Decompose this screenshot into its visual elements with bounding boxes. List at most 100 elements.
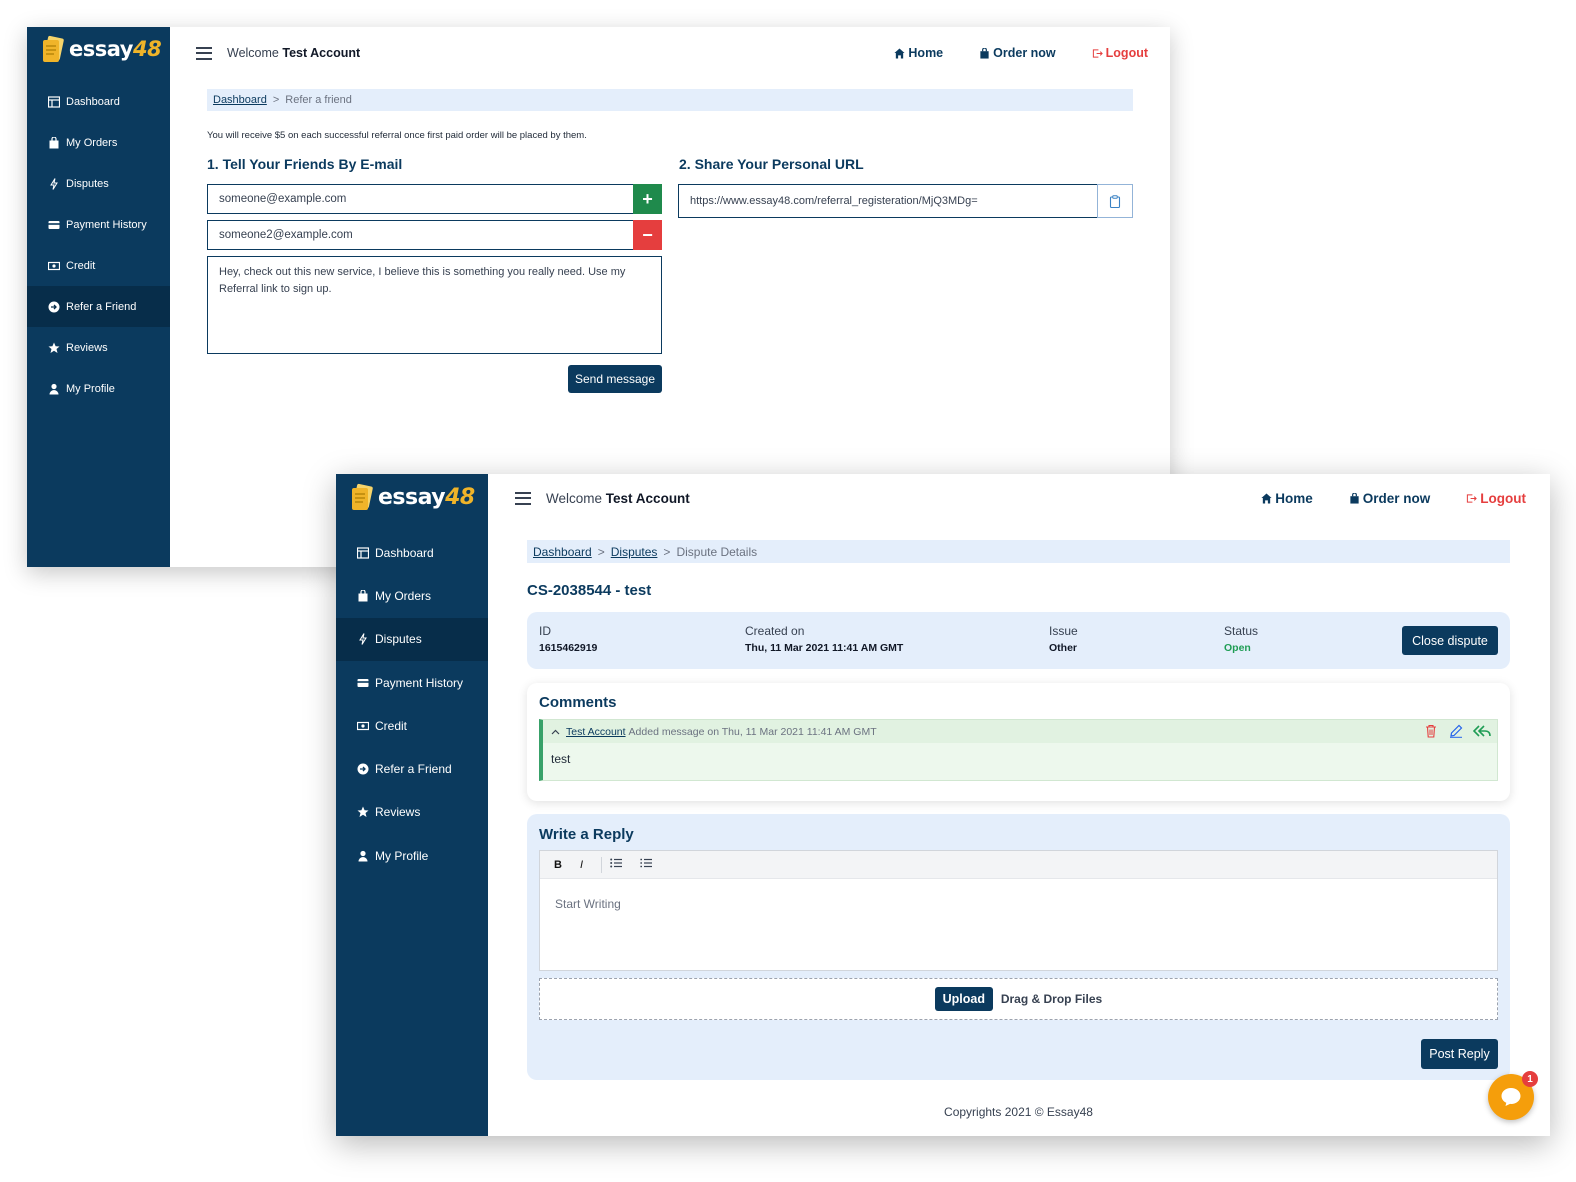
chevron-up-icon[interactable] bbox=[551, 729, 560, 735]
menu-toggle-icon[interactable] bbox=[515, 491, 531, 505]
logo[interactable]: essay 48 bbox=[349, 483, 475, 511]
upload-button[interactable]: Upload bbox=[934, 987, 993, 1011]
sidebar-item-credit[interactable]: Credit bbox=[336, 704, 488, 747]
comments-heading: Comments bbox=[539, 694, 617, 711]
sidebar-item-my-profile[interactable]: My Profile bbox=[336, 834, 488, 877]
cash-icon bbox=[356, 719, 369, 732]
footer-copyright: Copyrights 2021 © Essay48 bbox=[944, 1105, 1093, 1119]
order-now-link[interactable]: Order now bbox=[1349, 491, 1430, 506]
comment-meta: Added message on Thu, 11 Mar 2021 11:41 … bbox=[628, 725, 877, 738]
reply-all-icon[interactable] bbox=[1473, 725, 1491, 737]
reply-heading: Write a Reply bbox=[539, 826, 634, 843]
comment-actions bbox=[1425, 724, 1491, 738]
order-now-link[interactable]: Order now bbox=[979, 46, 1056, 60]
editor-body[interactable]: Start Writing bbox=[555, 897, 621, 911]
comment-author-link[interactable]: Test Account bbox=[566, 726, 626, 738]
sidebar-item-label: Disputes bbox=[66, 177, 109, 190]
dispute-title: CS-2038544 - test bbox=[527, 582, 652, 599]
sidebar-item-payment-history[interactable]: Payment History bbox=[27, 204, 170, 245]
breadcrumb-disputes-link[interactable]: Disputes bbox=[611, 545, 658, 559]
bold-button[interactable]: B bbox=[554, 859, 562, 871]
sidebar-item-refer-a-friend[interactable]: Refer a Friend bbox=[336, 747, 488, 790]
cash-icon bbox=[47, 259, 60, 272]
home-link[interactable]: Home bbox=[894, 46, 943, 60]
chat-launcher[interactable]: 1 bbox=[1488, 1071, 1538, 1120]
sidebar-item-disputes[interactable]: Disputes bbox=[27, 163, 170, 204]
logout-link[interactable]: Logout bbox=[1092, 46, 1148, 60]
sidebar-item-label: My Profile bbox=[375, 848, 429, 863]
sidebar-item-disputes[interactable]: Disputes bbox=[336, 617, 488, 661]
email-field-1[interactable]: someone@example.com bbox=[207, 184, 634, 214]
sidebar-item-label: Payment History bbox=[66, 218, 147, 231]
sidebar-item-label: My Orders bbox=[375, 588, 432, 603]
trash-icon[interactable] bbox=[1425, 724, 1437, 738]
send-message-button[interactable]: Send message bbox=[568, 365, 662, 393]
sidebar-item-my-profile[interactable]: My Profile bbox=[27, 368, 170, 409]
menu-toggle-icon[interactable] bbox=[196, 46, 212, 60]
breadcrumb-separator: > bbox=[663, 544, 671, 559]
copy-url-button[interactable] bbox=[1097, 184, 1133, 218]
dispute-created: Created on Thu, 11 Mar 2021 11:41 AM GMT bbox=[745, 624, 904, 654]
breadcrumb-separator: > bbox=[597, 544, 605, 559]
post-reply-button[interactable]: Post Reply bbox=[1421, 1039, 1498, 1069]
message-textarea[interactable]: Hey, check out this new service, I belie… bbox=[207, 256, 662, 354]
sidebar-item-credit[interactable]: Credit bbox=[27, 245, 170, 286]
user-icon bbox=[356, 849, 369, 862]
file-dropzone[interactable]: Upload Drag & Drop Files bbox=[539, 978, 1498, 1020]
topbar: Welcome Test Account Home Order now Logo… bbox=[196, 30, 1170, 76]
sidebar-item-label: Refer a Friend bbox=[375, 762, 452, 777]
email-field-2[interactable]: someone2@example.com bbox=[207, 220, 634, 250]
dashboard-icon bbox=[47, 95, 60, 108]
logo-number: 48 bbox=[132, 37, 162, 61]
logo-text: essay bbox=[69, 37, 133, 61]
bolt-icon bbox=[47, 177, 60, 190]
referral-url-field[interactable]: https://www.essay48.com/referral_registe… bbox=[678, 184, 1098, 218]
sidebar-item-my-orders[interactable]: My Orders bbox=[27, 122, 170, 163]
editor-toolbar: B I bbox=[540, 851, 1497, 879]
breadcrumb-current: Dispute Details bbox=[676, 544, 758, 559]
sidebar: essay 48 Dashboard My Orders Disputes Pay… bbox=[27, 27, 170, 567]
remove-email-button[interactable]: − bbox=[633, 220, 662, 250]
sidebar-item-label: Reviews bbox=[66, 341, 108, 354]
bag-icon bbox=[1350, 492, 1359, 504]
minus-icon: − bbox=[642, 224, 653, 245]
reply-card: Write a Reply B I Start Writing Upload D… bbox=[527, 814, 1510, 1080]
referral-notice: You will receive $5 on each successful r… bbox=[207, 130, 587, 141]
welcome-text: Welcome Test Account bbox=[546, 490, 690, 506]
breadcrumb: Dashboard > Refer a friend bbox=[207, 89, 1133, 111]
sidebar-item-label: Dashboard bbox=[375, 545, 434, 560]
sidebar-item-refer-a-friend[interactable]: Refer a Friend bbox=[27, 286, 170, 327]
close-dispute-button[interactable]: Close dispute bbox=[1402, 626, 1498, 655]
italic-button[interactable]: I bbox=[580, 859, 583, 871]
add-email-button[interactable]: + bbox=[633, 184, 662, 214]
sidebar-item-label: Credit bbox=[66, 259, 96, 272]
logo-mark-icon bbox=[349, 483, 375, 511]
toolbar-divider bbox=[601, 856, 603, 873]
home-icon bbox=[1261, 492, 1272, 504]
home-link[interactable]: Home bbox=[1261, 491, 1313, 506]
sidebar-item-payment-history[interactable]: Payment History bbox=[336, 661, 488, 704]
clipboard-icon bbox=[1109, 194, 1121, 208]
star-icon bbox=[356, 806, 369, 819]
logout-link[interactable]: Logout bbox=[1466, 491, 1526, 506]
sidebar-item-reviews[interactable]: Reviews bbox=[27, 327, 170, 368]
numbered-list-button[interactable] bbox=[640, 858, 653, 871]
sidebar-item-label: Reviews bbox=[375, 805, 421, 820]
sidebar-item-label: Payment History bbox=[375, 675, 464, 690]
sidebar-item-reviews[interactable]: Reviews bbox=[336, 791, 488, 834]
breadcrumb-dashboard-link[interactable]: Dashboard bbox=[533, 545, 592, 559]
edit-pencil-icon[interactable] bbox=[1449, 724, 1463, 738]
bullet-list-button[interactable] bbox=[610, 858, 623, 871]
logo[interactable]: essay 48 bbox=[40, 35, 162, 63]
sidebar: essay 48 Dashboard My Orders Disputes Pay… bbox=[336, 474, 488, 1136]
breadcrumb-dashboard-link[interactable]: Dashboard bbox=[213, 94, 267, 106]
sidebar-item-dashboard[interactable]: Dashboard bbox=[336, 531, 488, 574]
sidebar-item-dashboard[interactable]: Dashboard bbox=[27, 81, 170, 122]
bag-icon bbox=[47, 136, 60, 149]
logo-number: 48 bbox=[445, 484, 475, 510]
comment-item: Test Account Added message on Thu, 11 Ma… bbox=[539, 719, 1498, 781]
sidebar-item-label: Refer a Friend bbox=[66, 300, 137, 313]
breadcrumb-current: Refer a friend bbox=[285, 94, 352, 106]
sidebar-item-my-orders[interactable]: My Orders bbox=[336, 574, 488, 617]
card-icon bbox=[47, 218, 60, 231]
